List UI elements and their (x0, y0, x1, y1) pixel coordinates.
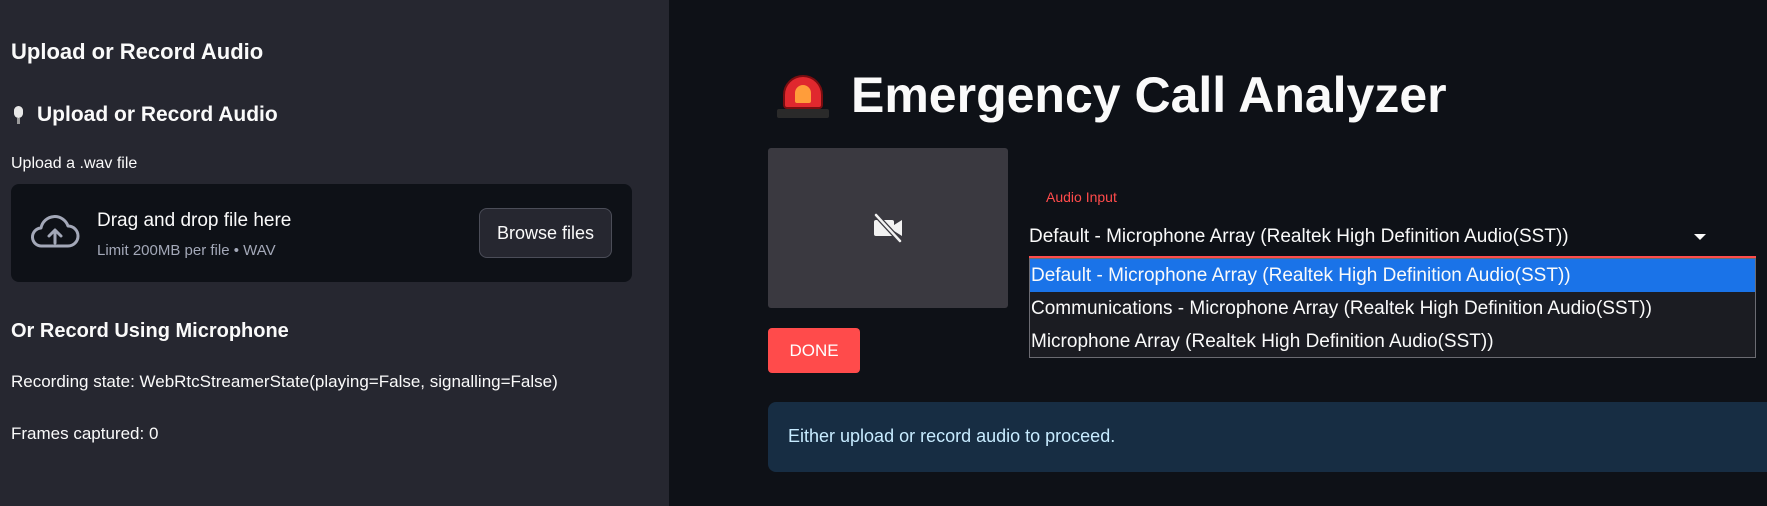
sidebar-heading: Upload or Record Audio (11, 39, 264, 64)
info-alert: Either upload or record audio to proceed… (768, 402, 1767, 472)
chevron-down-icon[interactable] (1694, 234, 1706, 240)
file-dropzone[interactable]: Drag and drop file here Limit 200MB per … (11, 184, 632, 282)
audio-option-microphone-array[interactable]: Microphone Array (Realtek High Definitio… (1030, 325, 1755, 358)
audio-input-label: Audio Input (1046, 189, 1117, 205)
upload-label: Upload a .wav file (11, 155, 138, 172)
audio-input-select[interactable]: Default - Microphone Array (Realtek High… (1029, 226, 1569, 248)
sidebar-subheading-label: Upload or Record Audio (37, 103, 278, 126)
browse-files-button[interactable]: Browse files (479, 208, 612, 258)
done-button[interactable]: DONE (768, 328, 860, 373)
video-preview (768, 148, 1008, 308)
record-heading: Or Record Using Microphone (11, 320, 289, 342)
sidebar-subheading: Upload or Record Audio (11, 103, 278, 127)
sidebar: Upload or Record Audio Upload or Record … (0, 0, 669, 506)
microphone-icon (11, 105, 25, 125)
audio-option-communications[interactable]: Communications - Microphone Array (Realt… (1030, 292, 1755, 325)
dropzone-limit: Limit 200MB per file • WAV (97, 242, 276, 259)
audio-input-options: Default - Microphone Array (Realtek High… (1029, 258, 1756, 358)
page-title: Emergency Call Analyzer (777, 66, 1447, 124)
dropzone-title: Drag and drop file here (97, 210, 292, 231)
recording-state-text: Recording state: WebRtcStreamerState(pla… (11, 372, 558, 391)
siren-icon (777, 71, 829, 119)
video-off-icon (874, 213, 902, 243)
frames-captured-text: Frames captured: 0 (11, 424, 159, 443)
audio-option-default[interactable]: Default - Microphone Array (Realtek High… (1030, 259, 1755, 292)
cloud-upload-icon (31, 215, 80, 248)
info-message: Either upload or record audio to proceed… (788, 426, 1116, 446)
page-title-text: Emergency Call Analyzer (851, 67, 1447, 123)
